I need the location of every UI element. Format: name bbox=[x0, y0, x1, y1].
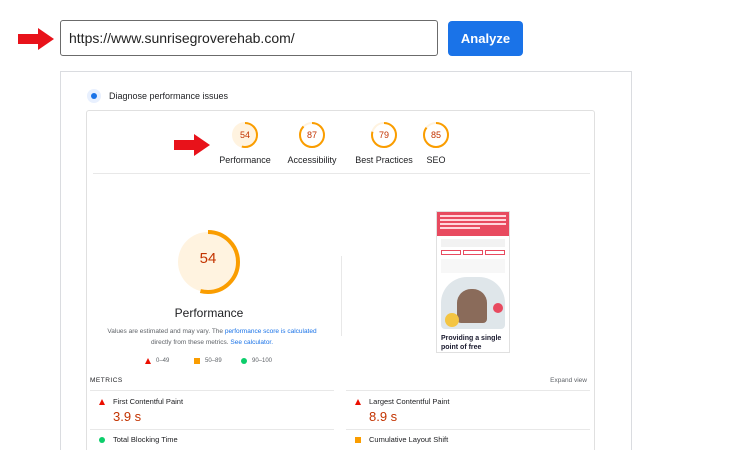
diagnose-heading: Diagnose performance issues bbox=[109, 91, 229, 101]
metric-value: 3.9 s bbox=[113, 409, 142, 424]
metric-first-contentful-paint: First Contentful Paint 3.9 s bbox=[99, 397, 183, 424]
score-calculated-link[interactable]: performance score is calculated bbox=[225, 328, 317, 335]
orange-square-icon bbox=[194, 358, 200, 364]
metric-label: First Contentful Paint bbox=[113, 397, 184, 406]
screenshot-buttons bbox=[441, 250, 505, 255]
lighthouse-icon bbox=[87, 89, 101, 103]
note-text: Values are estimated and may vary. The bbox=[107, 328, 225, 335]
divider bbox=[93, 173, 590, 174]
divider bbox=[90, 429, 334, 430]
tab-accessibility[interactable]: 87 Accessibility bbox=[272, 121, 352, 165]
seo-label: SEO bbox=[426, 155, 446, 165]
screenshot-bar bbox=[441, 239, 505, 247]
green-circle-icon bbox=[241, 358, 247, 364]
see-calculator-link[interactable]: See calculator. bbox=[230, 339, 273, 346]
seo-score: 85 bbox=[430, 130, 441, 140]
score-legend: 0–49 50–89 90–100 bbox=[145, 358, 285, 370]
estimate-note: Values are estimated and may vary. The p… bbox=[107, 326, 317, 348]
metric-value: 8.9 s bbox=[369, 409, 398, 424]
main-performance-title: Performance bbox=[174, 306, 244, 320]
results-panel: Diagnose performance issues 54 Performan… bbox=[60, 71, 632, 450]
accessibility-score: 87 bbox=[306, 130, 317, 140]
divider bbox=[341, 256, 342, 336]
note-text: directly from these metrics. bbox=[150, 339, 231, 346]
screenshot-banner bbox=[437, 212, 509, 236]
divider bbox=[346, 429, 590, 430]
accessibility-label: Accessibility bbox=[287, 155, 337, 165]
legend-label: 50–89 bbox=[205, 358, 222, 364]
metric-total-blocking-time: Total Blocking Time bbox=[99, 435, 178, 444]
red-triangle-icon bbox=[99, 398, 105, 405]
divider bbox=[346, 390, 590, 391]
legend-label: 90–100 bbox=[252, 358, 273, 364]
screenshot-logo bbox=[441, 259, 505, 273]
screenshot-caption: Providing a single point of free bbox=[441, 335, 502, 351]
metric-label: Total Blocking Time bbox=[113, 435, 178, 444]
main-performance-score: 54 bbox=[199, 250, 217, 267]
tab-seo[interactable]: 85 SEO bbox=[396, 121, 476, 165]
metric-cumulative-layout-shift: Cumulative Layout Shift bbox=[355, 435, 448, 444]
diagnose-header: Diagnose performance issues bbox=[87, 88, 228, 104]
score-gauges: 54 Performance 87 Accessibility 79 Best … bbox=[87, 121, 594, 176]
metrics-title: METRICS bbox=[90, 377, 123, 384]
legend-average: 50–89 bbox=[194, 358, 222, 364]
metric-label: Largest Contentful Paint bbox=[369, 397, 450, 406]
report-card: 54 Performance 87 Accessibility 79 Best … bbox=[86, 110, 595, 450]
analyze-button[interactable]: Analyze bbox=[448, 21, 523, 56]
orange-square-icon bbox=[355, 436, 361, 443]
metric-largest-contentful-paint: Largest Contentful Paint 8.9 s bbox=[355, 397, 449, 424]
red-triangle-icon bbox=[145, 358, 151, 364]
legend-good: 90–100 bbox=[241, 358, 272, 364]
page-screenshot: Providing a single point of free bbox=[436, 211, 510, 353]
red-triangle-icon bbox=[355, 398, 361, 405]
expand-view-button[interactable]: Expand view bbox=[550, 377, 587, 384]
legend-label: 0–49 bbox=[156, 358, 170, 364]
divider bbox=[90, 390, 334, 391]
green-circle-icon bbox=[99, 436, 105, 443]
page: Analyze Diagnose performance issues 54 P… bbox=[0, 0, 750, 450]
screenshot-hero-image bbox=[441, 277, 505, 329]
red-arrow-icon bbox=[18, 28, 54, 50]
metric-label: Cumulative Layout Shift bbox=[369, 435, 449, 444]
url-input[interactable] bbox=[60, 20, 438, 56]
legend-poor: 0–49 bbox=[145, 358, 169, 364]
